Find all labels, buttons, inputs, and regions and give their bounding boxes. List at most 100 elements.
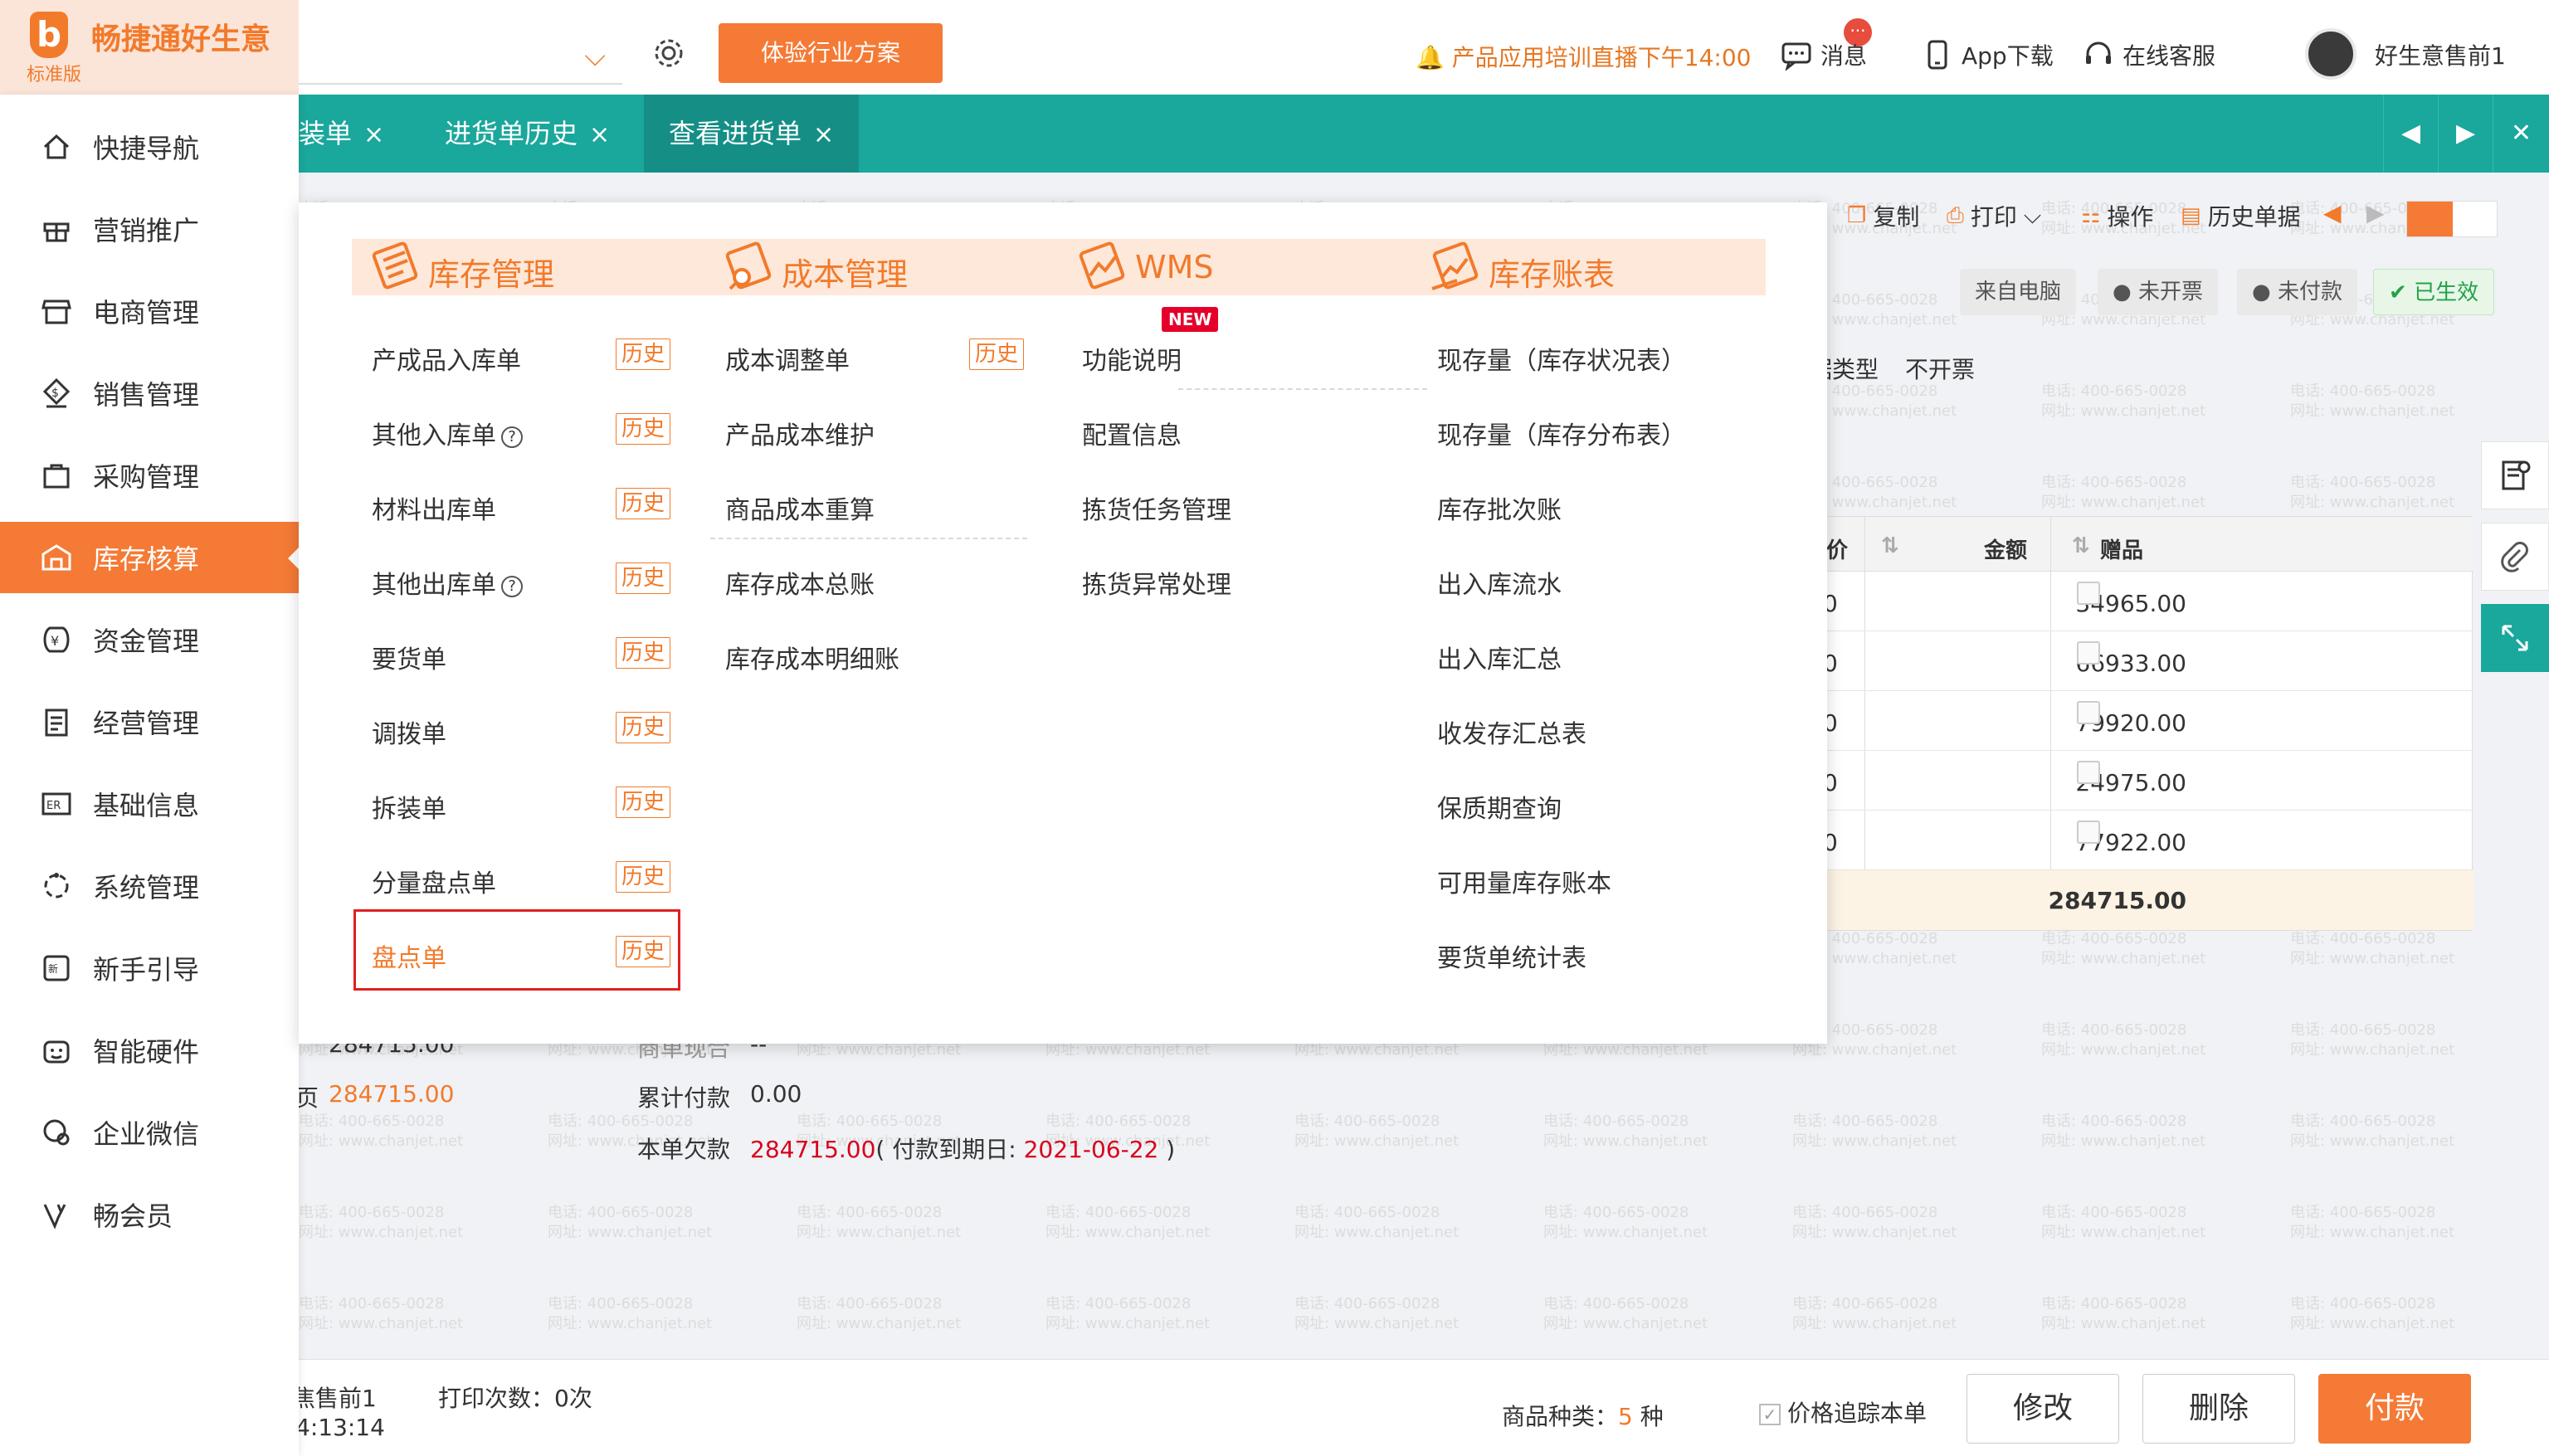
menu-item[interactable]: 商品成本重算 [725,489,875,526]
tab-close-all-button[interactable]: ✕ [2493,95,2549,173]
due-date-prefix: ( 付款到期日: [875,1136,1024,1163]
gift-checkbox[interactable] [2077,701,2100,724]
menu-item[interactable]: 其他出库单? [372,564,523,601]
copy-button[interactable]: ❐ 复制 [1847,199,1919,232]
history-button[interactable]: 历史 [616,861,670,893]
attachment-button[interactable] [2481,523,2549,591]
app-download-button[interactable]: App下载 [1922,38,2054,71]
company-selector[interactable]: ⌵ [299,33,622,85]
history-button[interactable]: 历史 [616,786,670,818]
table-row[interactable]: 0 77922.00 [1818,811,2473,870]
sidebar-item-6[interactable]: 库存核算 [0,522,300,593]
prev-doc-button[interactable]: ◀ [2323,199,2342,226]
tab-view-purchase[interactable]: 查看进货单 × [644,95,860,173]
menu-item[interactable]: 要货单 [372,639,446,675]
menu-item[interactable]: 拣货异常处理 [1082,564,1231,601]
sidebar-item-2[interactable]: 营销推广 [0,193,299,265]
menu-item[interactable]: 要货单统计表 [1437,937,1586,974]
history-button[interactable]: 历史 [616,637,670,669]
help-icon[interactable]: ? [501,426,523,448]
tab-purchase-history[interactable]: 进货单历史 × [445,95,610,173]
close-icon[interactable]: × [813,120,834,149]
sidebar-item-1[interactable]: 快捷导航 [0,111,299,183]
view-toggle[interactable] [2406,201,2498,237]
user-avatar[interactable] [2305,28,2356,80]
sidebar-item-14[interactable]: 畅会员 [0,1179,299,1250]
sidebar-item-13[interactable]: 企业微信 [0,1097,299,1168]
pay-button[interactable]: 付款 [2318,1374,2471,1444]
menu-item[interactable]: 出入库流水 [1437,564,1562,601]
sidebar-item-12[interactable]: 智能硬件 [0,1015,299,1086]
menu-item[interactable]: 拆装单 [372,788,446,825]
table-row[interactable]: 0 66933.00 [1818,631,2473,691]
table-row[interactable]: 0 24975.00 [1818,751,2473,811]
gift-checkbox[interactable] [2077,641,2100,665]
operate-button[interactable]: ⚏ 操作 [2081,199,2153,232]
menu-item[interactable]: 分量盘点单 [372,863,496,899]
history-button[interactable]: 历史 [616,338,670,370]
menu-item[interactable]: 收发存汇总表 [1437,713,1586,750]
price-trace-checkbox[interactable]: ✓ [1759,1404,1781,1425]
history-button[interactable]: 历史 [616,562,670,594]
delete-button[interactable]: 删除 [2142,1374,2295,1444]
help-icon[interactable]: ? [501,575,523,597]
online-service-button[interactable]: 在线客服 [2083,38,2215,71]
brand-logo[interactable]: b 畅捷通好生意 标准版 [0,0,299,95]
table-row[interactable]: 0 34965.00 [1818,572,2473,631]
sort-icon[interactable]: ⇅ [1881,533,1899,558]
menu-item[interactable]: 产成品入库单 [372,340,521,377]
messages-button[interactable]: 消息 [1781,38,1867,71]
sidebar-item-5[interactable]: 采购管理 [0,440,299,511]
next-doc-button[interactable]: ▶ [2366,199,2385,226]
menu-item[interactable]: 其他入库单? [372,415,523,451]
price-trace-option[interactable]: ✓ 价格追踪本单 [1759,1395,1927,1429]
close-icon[interactable]: × [363,120,384,149]
history-button[interactable]: 历史 [616,712,670,743]
sort-icon[interactable]: ⇅ [2072,533,2090,558]
menu-item[interactable]: 成本调整单 [725,340,850,377]
history-button[interactable]: 历史 [616,413,670,445]
menu-item[interactable]: 出入库汇总 [1437,639,1562,675]
menu-item[interactable]: 功能说明 [1082,340,1182,377]
tab-next-button[interactable]: ▶ [2438,95,2493,173]
gift-checkbox[interactable] [2077,582,2100,605]
menu-item[interactable]: 拣货任务管理 [1082,489,1231,526]
menu-item[interactable]: 现存量（库存分布表） [1437,415,1686,451]
tab-assembly[interactable]: 装单 × [299,95,384,173]
live-notice[interactable]: 🔔 产品应用培训直播下午14:00 [1416,40,1751,73]
sidebar-item-8[interactable]: 经营管理 [0,686,299,757]
menu-item[interactable]: 配置信息 [1082,415,1182,451]
menu-item[interactable]: 库存批次账 [1437,489,1562,526]
menu-item[interactable]: 保质期查询 [1437,788,1562,825]
modify-button[interactable]: 修改 [1967,1374,2119,1444]
notes-button[interactable] [2481,441,2549,509]
list-view-icon[interactable] [2407,202,2453,236]
menu-item[interactable]: 可用量库存账本 [1437,863,1611,899]
sidebar-item-3[interactable]: 电商管理 [0,275,299,347]
table-row[interactable]: 0 79920.00 [1818,691,2473,751]
sidebar-item-9[interactable]: ER 基础信息 [0,768,299,840]
menu-item[interactable]: 材料出库单 [372,489,496,526]
sidebar-item-4[interactable]: $ 销售管理 [0,358,299,429]
gift-checkbox[interactable] [2077,821,2100,844]
history-button[interactable]: 历史 [616,488,670,519]
watermark-phone: 电话: 400-665-0028 [548,1113,694,1130]
history-button[interactable]: 历史 [969,338,1024,370]
user-name[interactable]: 好生意售前1 [2375,38,2506,71]
menu-item[interactable]: 调拨单 [372,713,446,750]
menu-item[interactable]: 产品成本维护 [725,415,875,451]
close-icon[interactable]: × [589,120,610,149]
tab-prev-button[interactable]: ◀ [2383,95,2438,173]
fullscreen-button[interactable] [2481,604,2549,672]
gear-icon[interactable] [652,37,685,70]
sidebar-item-10[interactable]: 系统管理 [0,850,299,922]
print-button[interactable]: ⎙ 打印 ⌵ [1947,199,2041,232]
menu-item[interactable]: 库存成本总账 [725,564,875,601]
menu-item[interactable]: 库存成本明细账 [725,639,899,675]
sidebar-item-11[interactable]: 新 新手引导 [0,933,299,1004]
sidebar-item-7[interactable]: ¥ 资金管理 [0,604,299,675]
history-docs-button[interactable]: ▤ 历史单据 [2181,199,2301,232]
trial-industry-button[interactable]: 体验行业方案 [719,23,943,83]
menu-item[interactable]: 现存量（库存状况表） [1437,340,1686,377]
gift-checkbox[interactable] [2077,761,2100,784]
